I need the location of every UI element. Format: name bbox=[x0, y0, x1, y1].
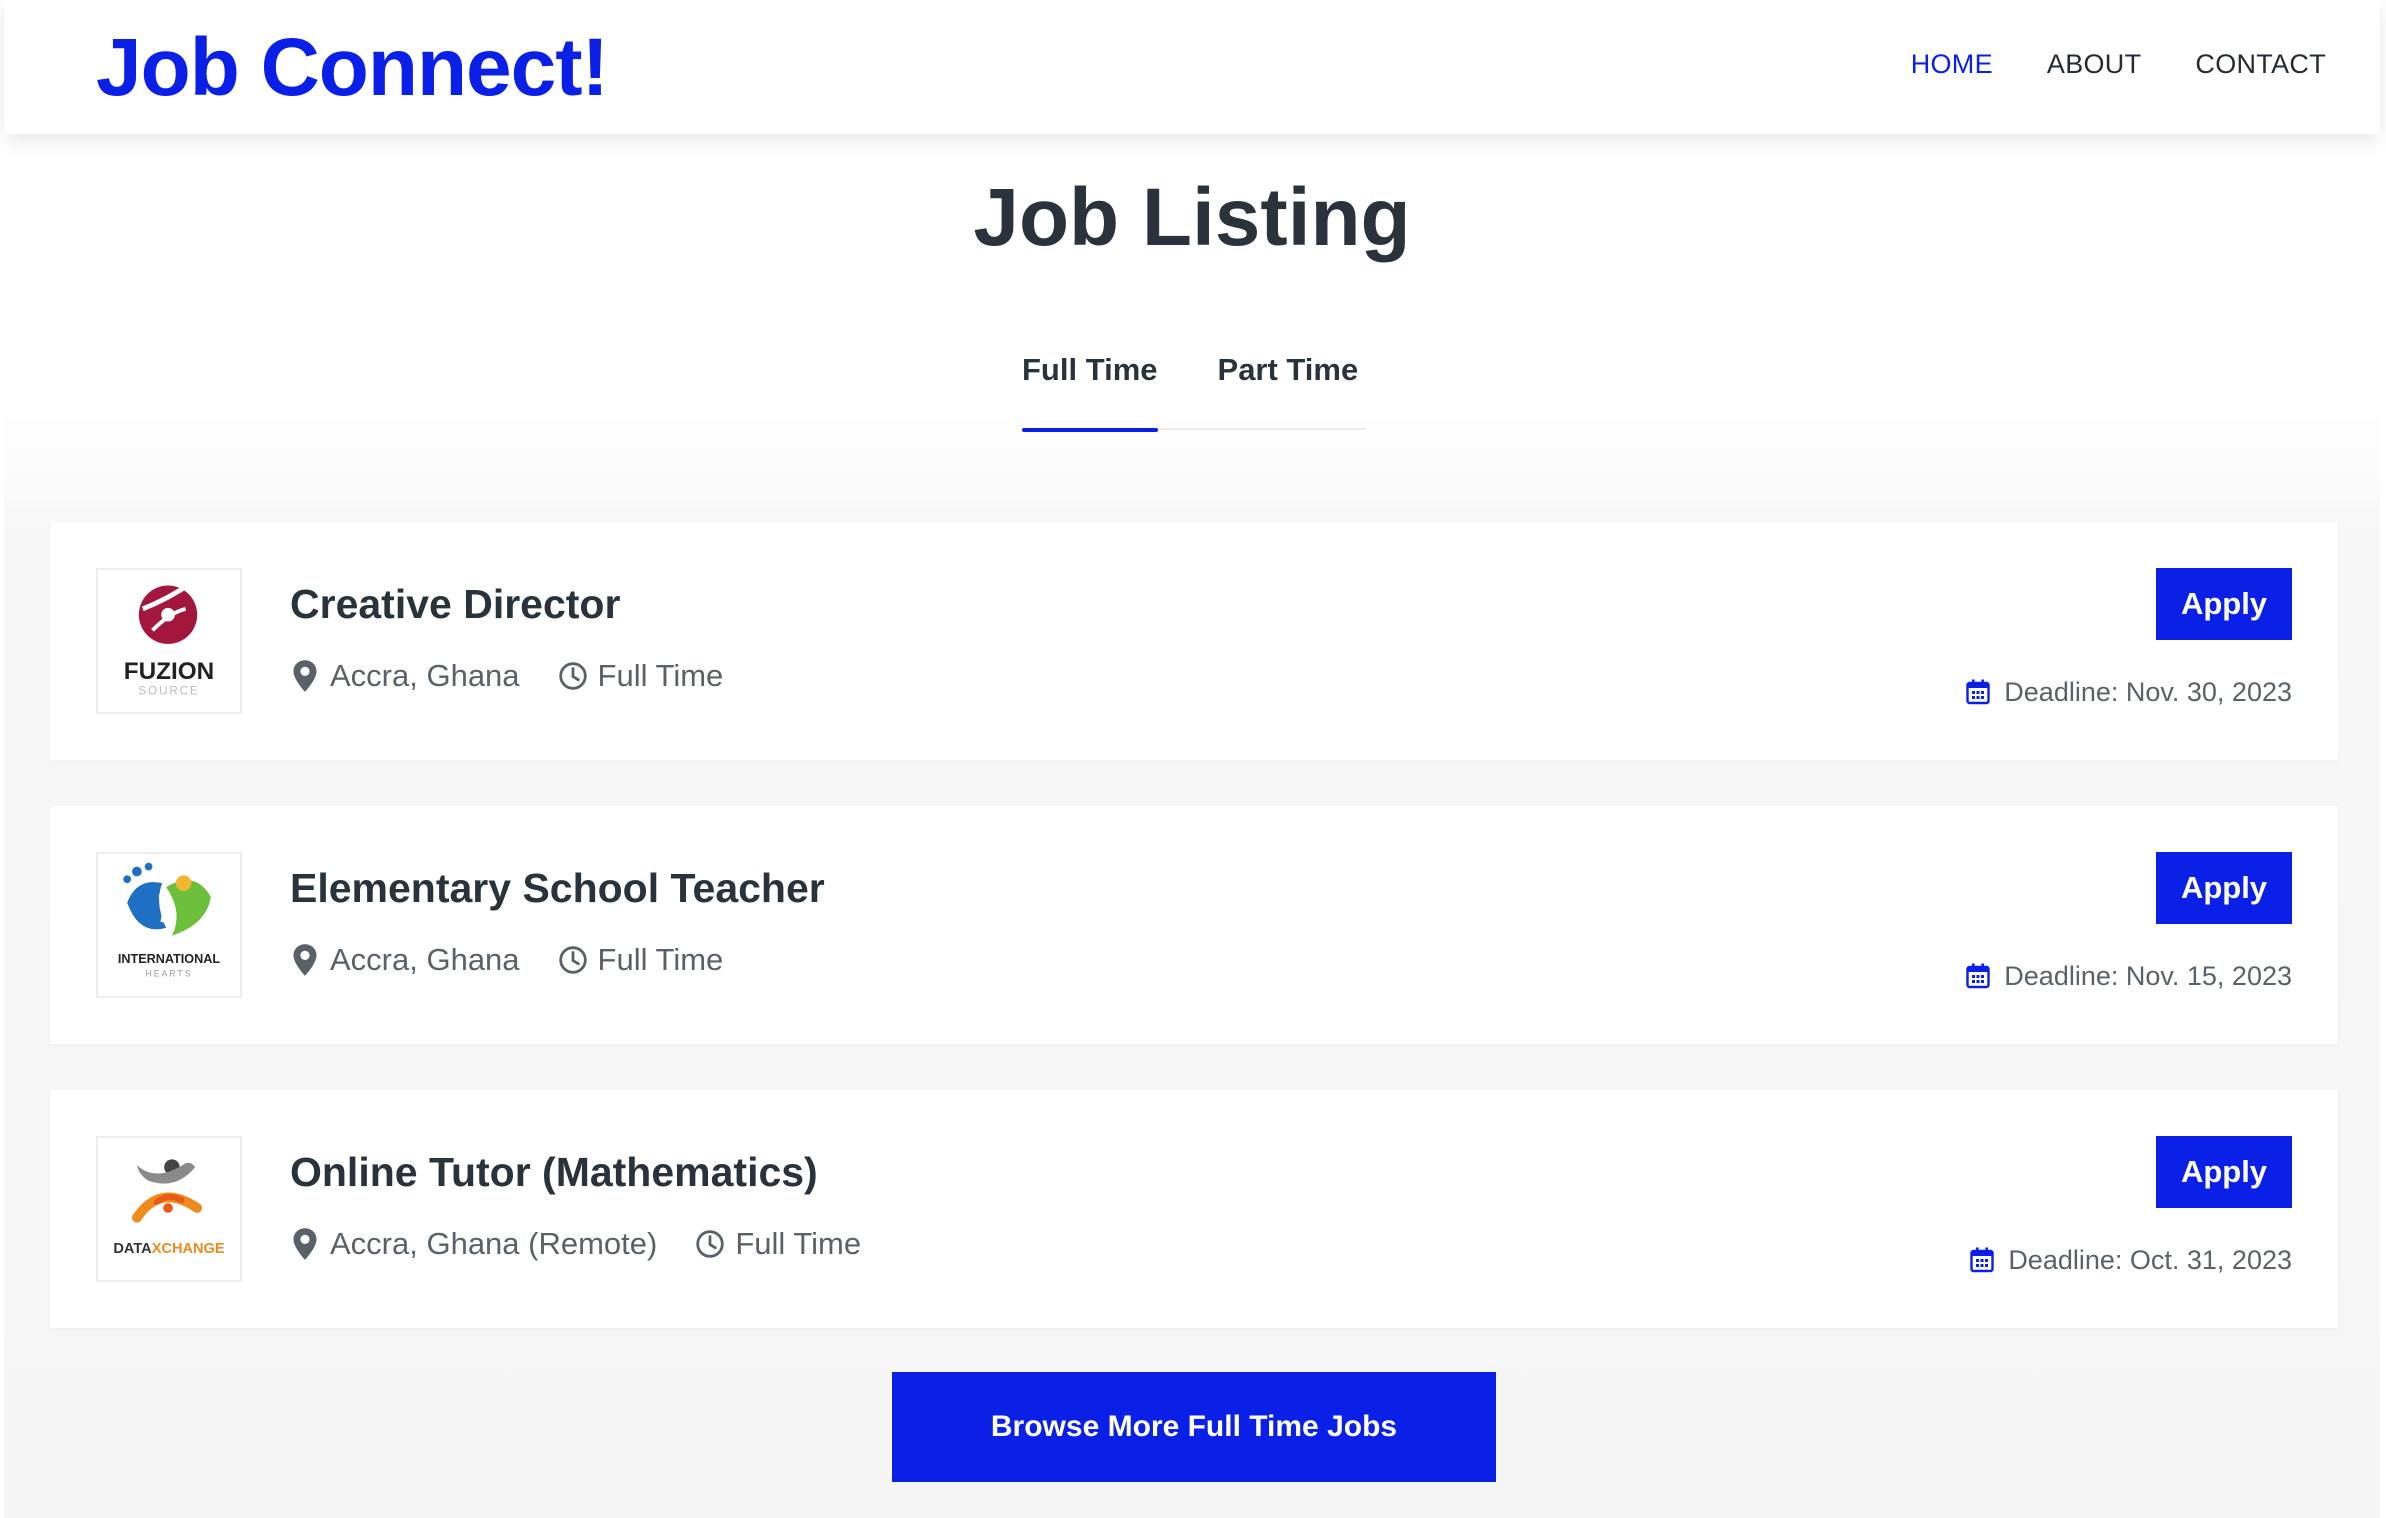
apply-button[interactable]: Apply bbox=[2156, 852, 2292, 924]
job-type-text: Full Time bbox=[597, 658, 724, 693]
clock-icon bbox=[558, 943, 588, 977]
job-meta: Accra, Ghana Full Time bbox=[290, 938, 723, 982]
apply-button[interactable]: Apply bbox=[2156, 568, 2292, 640]
map-pin-icon bbox=[290, 1227, 320, 1261]
logo-tagline: SOURCE bbox=[138, 684, 200, 697]
job-type: Full Time bbox=[695, 1222, 861, 1266]
job-meta: Accra, Ghana Full Time bbox=[290, 654, 723, 698]
map-pin-icon bbox=[290, 659, 320, 693]
logo-tagline: HEARTS bbox=[145, 969, 192, 979]
job-type: Full Time bbox=[558, 654, 724, 698]
job-location: Accra, Ghana bbox=[290, 938, 520, 982]
job-deadline: Deadline: Nov. 15, 2023 bbox=[1966, 956, 2292, 996]
job-deadline: Deadline: Oct. 31, 2023 bbox=[1970, 1240, 2292, 1280]
browse-more-jobs-button[interactable]: Browse More Full Time Jobs bbox=[892, 1372, 1496, 1482]
logo-name-part1: DATA bbox=[113, 1241, 152, 1257]
job-title[interactable]: Elementary School Teacher bbox=[290, 860, 825, 916]
job-location-text: Accra, Ghana bbox=[330, 942, 520, 977]
job-type: Full Time bbox=[558, 938, 724, 982]
job-card: DATAXCHANGE Online Tutor (Mathematics) A… bbox=[50, 1090, 2338, 1328]
job-location: Accra, Ghana (Remote) bbox=[290, 1222, 657, 1266]
svg-text:DATAXCHANGE: DATAXCHANGE bbox=[113, 1241, 225, 1257]
calendar-icon bbox=[1966, 679, 1990, 705]
nav-contact[interactable]: CONTACT bbox=[2195, 44, 2326, 84]
job-type-text: Full Time bbox=[735, 1226, 862, 1261]
fuzion-logo-icon: FUZION SOURCE bbox=[96, 568, 242, 714]
deadline-text: Deadline: Nov. 15, 2023 bbox=[2004, 961, 2292, 991]
main-nav: HOME ABOUT CONTACT bbox=[1911, 44, 2326, 84]
job-title[interactable]: Online Tutor (Mathematics) bbox=[290, 1144, 818, 1200]
job-type-tabs: Full Time Part Time bbox=[1022, 344, 1366, 432]
dataxchange-logo-icon: DATAXCHANGE bbox=[96, 1136, 242, 1282]
clock-icon bbox=[695, 1227, 725, 1261]
nav-about[interactable]: ABOUT bbox=[2047, 44, 2142, 84]
apply-button[interactable]: Apply bbox=[2156, 1136, 2292, 1208]
job-deadline: Deadline: Nov. 30, 2023 bbox=[1966, 672, 2292, 712]
deadline-text: Deadline: Oct. 31, 2023 bbox=[2008, 1245, 2292, 1275]
tab-part-time[interactable]: Part Time bbox=[1218, 344, 1359, 430]
job-card: FUZION SOURCE Creative Director Accra, G… bbox=[50, 522, 2338, 760]
site-header: Job Connect! HOME ABOUT CONTACT bbox=[4, 0, 2380, 134]
calendar-icon bbox=[1966, 963, 1990, 989]
logo-name: FUZION bbox=[124, 658, 214, 685]
job-location-text: Accra, Ghana (Remote) bbox=[330, 1226, 658, 1261]
clock-icon bbox=[558, 659, 588, 693]
international-hearts-logo-icon: INTERNATIONAL HEARTS bbox=[96, 852, 242, 998]
calendar-icon bbox=[1970, 1247, 1995, 1273]
job-location: Accra, Ghana bbox=[290, 654, 520, 698]
nav-home[interactable]: HOME bbox=[1911, 44, 1993, 84]
page-title: Job Listing bbox=[973, 172, 1411, 263]
logo-name-part2: XCHANGE bbox=[152, 1241, 225, 1257]
map-pin-icon bbox=[290, 943, 320, 977]
logo-name: INTERNATIONAL bbox=[118, 952, 220, 966]
deadline-text: Deadline: Nov. 30, 2023 bbox=[2004, 677, 2292, 707]
tab-full-time[interactable]: Full Time bbox=[1022, 344, 1158, 432]
job-location-text: Accra, Ghana bbox=[330, 658, 520, 693]
job-listing-section: Job Listing Full Time Part Time FUZION S… bbox=[4, 134, 2380, 1518]
brand-logo-text[interactable]: Job Connect! bbox=[96, 18, 609, 118]
job-card: INTERNATIONAL HEARTS Elementary School T… bbox=[50, 806, 2338, 1044]
job-meta: Accra, Ghana (Remote) Full Time bbox=[290, 1222, 861, 1266]
job-type-text: Full Time bbox=[597, 942, 724, 977]
job-title[interactable]: Creative Director bbox=[290, 576, 620, 632]
